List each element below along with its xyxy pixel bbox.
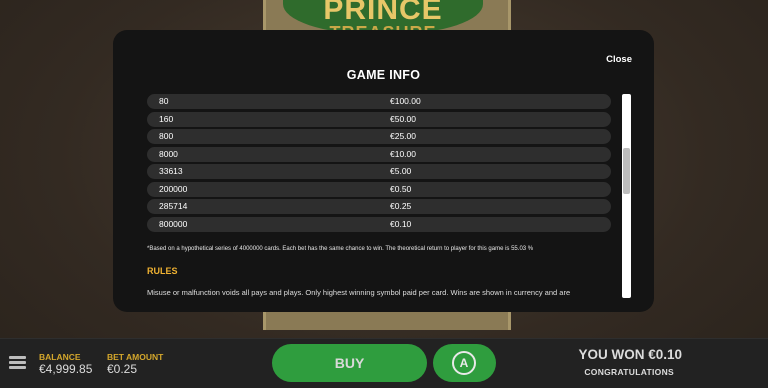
rtp-note: *Based on a hypothetical series of 40000… <box>147 245 534 252</box>
balance-value: €4,999.85 <box>39 362 93 376</box>
paytable-prize-value: €50.00 <box>390 113 416 124</box>
paytable-cards-value: 160 <box>159 113 174 124</box>
paytable-prize-value: €10.00 <box>390 148 416 159</box>
congratulations-text: CONGRATULATIONS <box>584 367 674 377</box>
balance-label: BALANCE <box>39 352 81 362</box>
paytable-row: 200000 €0.50 <box>147 181 611 197</box>
paytable-row: 33613 €5.00 <box>147 164 611 179</box>
scrollbar-thumb[interactable] <box>623 148 630 194</box>
paytable-row: 160 €50.00 <box>147 111 611 127</box>
game-info-modal: GAME INFO Close 80 €100.00 160 €50.00 800 €25… <box>113 30 654 312</box>
paytable-prize-value: €0.25 <box>390 201 412 211</box>
paytable-cards-value: 800000 <box>159 218 188 229</box>
modal-title: GAME INFO <box>346 68 421 82</box>
paytable-prize-value: €0.10 <box>390 218 412 229</box>
bet-amount-label: BET AMOUNT <box>107 352 164 362</box>
paytable-row: 80 €100.00 <box>147 94 611 109</box>
paytable-cards-value: 200000 <box>159 183 188 194</box>
win-amount: YOU WON €0.10 <box>578 347 682 362</box>
paytable-prize-value: €100.00 <box>390 96 421 106</box>
autoplay-icon: A <box>452 351 476 375</box>
paytable-content: 80 €100.00 160 €50.00 800 €25.00 8000 €10.00 336… <box>147 94 611 300</box>
rules-text: Misuse or malfunction voids all pays and… <box>147 287 571 297</box>
autoplay-button[interactable]: A <box>433 344 496 382</box>
paytable-row: 285714 €0.25 <box>147 199 611 214</box>
paytable-row: 8000 €10.00 <box>147 146 611 162</box>
scrollbar[interactable] <box>622 94 631 298</box>
paytable-prize-value: €25.00 <box>390 131 416 141</box>
paytable-cards-value: 8000 <box>159 148 178 159</box>
bet-amount-value: €0.25 <box>107 362 138 376</box>
logo-line-1: PRINCE <box>323 0 443 26</box>
paytable-cards-value: 800 <box>159 131 174 141</box>
close-button[interactable]: Close <box>606 54 632 65</box>
rules-heading: RULES <box>147 265 178 276</box>
paytable-cards-value: 285714 <box>159 201 188 211</box>
paytable-row: 800000 €0.10 <box>147 216 611 232</box>
buy-button[interactable]: BUY <box>272 344 427 382</box>
paytable-prize-value: €5.00 <box>390 166 412 176</box>
paytable-list: 80 €100.00 160 €50.00 800 €25.00 8000 €10.00 336… <box>147 94 611 232</box>
paytable-cards-value: 33613 <box>159 166 183 176</box>
paytable-prize-value: €0.50 <box>390 183 412 194</box>
bottom-bar: BALANCE €4,999.85 BET AMOUNT €0.25 BUY A… <box>0 338 768 388</box>
menu-icon[interactable] <box>9 356 26 369</box>
paytable-row: 800 €25.00 <box>147 129 611 144</box>
paytable-cards-value: 80 <box>159 96 169 106</box>
